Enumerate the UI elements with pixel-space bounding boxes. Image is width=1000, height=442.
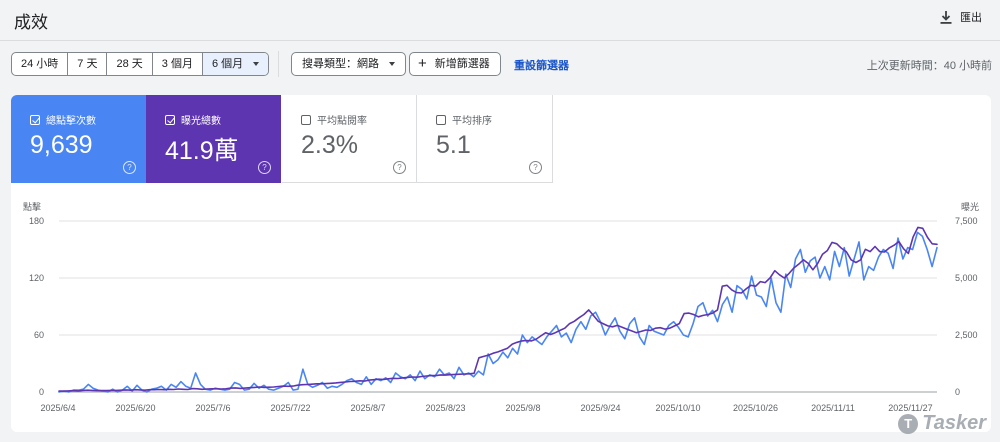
export-label: 匯出 — [960, 12, 982, 24]
date-range-selector: 24 小時 7 天 28 天 3 個月 6 個月 — [11, 52, 270, 76]
x-tick-label: 2025/7/6 — [195, 403, 230, 413]
y-tick-right: 7,500 — [955, 216, 978, 226]
metric-value: 5.1 — [436, 131, 471, 159]
divider — [278, 51, 279, 77]
y-axis-title-left: 點擊 — [23, 201, 41, 212]
y-tick-right: 2,500 — [955, 330, 978, 340]
y-axis-title-right: 曝光 — [961, 201, 979, 212]
y-tick-left: 180 — [29, 216, 44, 226]
help-icon[interactable]: ? — [529, 161, 542, 174]
date-range-24h[interactable]: 24 小時 — [12, 53, 69, 75]
series-line — [58, 226, 938, 392]
add-filter-button[interactable]: + 新增篩選器 — [409, 52, 501, 76]
x-tick-label: 2025/8/7 — [350, 403, 385, 413]
metric-value: 9,639 — [30, 131, 93, 159]
metric-label: 平均點閱率 — [317, 116, 367, 127]
watermark-text: Tasker — [922, 412, 986, 434]
metric-total-impressions[interactable]: 曝光總數 41.9萬 ? — [146, 95, 281, 183]
checkbox-checked-icon — [165, 114, 175, 125]
date-range-28d[interactable]: 28 天 — [107, 53, 153, 75]
metric-label: 總點擊次數 — [46, 116, 96, 127]
caret-down-icon — [253, 62, 260, 67]
caret-down-icon — [389, 62, 395, 67]
date-range-6m[interactable]: 6 個月 — [202, 53, 269, 75]
metric-total-clicks[interactable]: 總點擊次數 9,639 ? — [11, 95, 146, 183]
filter-bar: 24 小時 7 天 28 天 3 個月 6 個月 搜尋類型：網路 + 新增篩選器 … — [0, 41, 1000, 87]
date-range-7d[interactable]: 7 天 — [68, 53, 108, 75]
x-tick-label: 2025/7/22 — [270, 403, 310, 413]
x-tick-label: 2025/9/8 — [505, 403, 540, 413]
plus-icon: + — [418, 55, 427, 72]
help-icon[interactable]: ? — [393, 161, 406, 174]
y-tick-right: 0 — [955, 387, 960, 397]
x-tick-label: 2025/11/11 — [811, 403, 855, 413]
help-icon[interactable]: ? — [123, 161, 136, 174]
y-tick-left: 120 — [29, 273, 44, 283]
metric-average-ctr[interactable]: 平均點閱率 2.3% ? — [282, 95, 417, 183]
search-type-dropdown[interactable]: 搜尋類型：網路 — [291, 52, 406, 76]
last-updated-text: 上次更新時間：40 小時前 — [866, 60, 992, 72]
x-tick-label: 2025/9/24 — [580, 403, 620, 413]
performance-card: 總點擊次數 9,639 ? 曝光總數 41.9萬 ? 平均點閱率 2.3% ? … — [11, 95, 991, 432]
x-tick-label: 2025/8/23 — [425, 403, 465, 413]
add-filter-label: 新增篩選器 — [434, 58, 490, 70]
help-icon[interactable]: ? — [258, 161, 271, 174]
x-tick-label: 2025/6/20 — [115, 403, 155, 413]
date-range-6m-label: 6 個月 — [211, 58, 244, 70]
checkbox-unchecked-icon — [436, 114, 446, 125]
metric-value: 41.9萬 — [165, 137, 239, 165]
metric-label: 曝光總數 — [181, 116, 221, 127]
watermark-logo-icon: T — [898, 413, 919, 434]
watermark: T Tasker — [898, 412, 986, 435]
export-button[interactable]: 匯出 — [940, 9, 982, 25]
metric-value: 2.3% — [301, 131, 358, 159]
series-line — [58, 231, 938, 393]
performance-chart: 180 7,500 120 5,000 60 2,500 0 0 點擊 曝光 2025/6/4 202… — [23, 201, 979, 413]
x-tick-label: 2025/10/26 — [733, 403, 778, 413]
date-range-3m[interactable]: 3 個月 — [153, 53, 203, 75]
y-tick-left: 0 — [39, 387, 44, 397]
download-icon — [940, 10, 952, 24]
y-tick-left: 60 — [34, 330, 44, 340]
search-type-label: 搜尋類型：網路 — [302, 58, 379, 70]
page-header: 成效 匯出 — [0, 0, 1000, 41]
checkbox-unchecked-icon — [301, 114, 311, 125]
page-title: 成效 — [14, 13, 48, 32]
reset-filters-link[interactable]: 重設篩選器 — [514, 57, 569, 73]
x-tick-label: 2025/6/4 — [40, 403, 75, 413]
metric-label: 平均排序 — [452, 116, 492, 127]
x-tick-label: 2025/10/10 — [655, 403, 700, 413]
y-tick-right: 5,000 — [955, 273, 978, 283]
metric-average-position[interactable]: 平均排序 5.1 ? — [417, 95, 553, 183]
checkbox-checked-icon — [30, 114, 40, 125]
